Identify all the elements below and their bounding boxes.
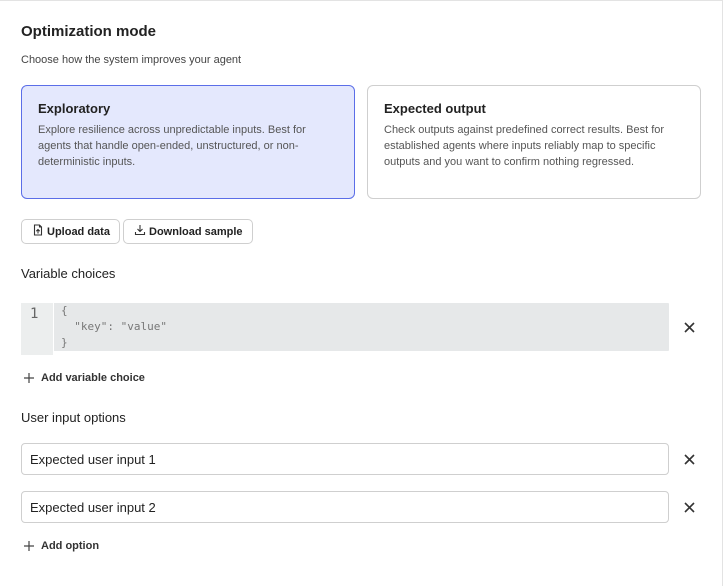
close-icon xyxy=(683,501,695,513)
line-number: 1 xyxy=(30,306,39,322)
plus-icon xyxy=(24,373,34,383)
mode-card-title: Exploratory xyxy=(38,101,111,116)
variable-code-editor[interactable]: 1 { "key": "value" } xyxy=(21,303,669,355)
remove-variable-button[interactable] xyxy=(681,319,697,335)
close-icon xyxy=(683,321,695,333)
mode-card-title: Expected output xyxy=(384,101,486,116)
page-title: Optimization mode xyxy=(21,23,156,40)
add-option-button[interactable]: Add option xyxy=(23,540,99,552)
mode-card-description: Explore resilience across unpredictable … xyxy=(38,124,306,168)
upload-data-label: Upload data xyxy=(47,225,110,238)
mode-card-expected-output[interactable]: Expected output Check outputs against pr… xyxy=(367,85,701,199)
user-input-field-1[interactable] xyxy=(21,443,669,475)
add-variable-choice-label: Add variable choice xyxy=(41,372,145,384)
code-gutter: 1 xyxy=(21,303,54,355)
upload-data-button[interactable]: Upload data xyxy=(21,219,120,244)
add-option-label: Add option xyxy=(41,540,100,552)
plus-icon xyxy=(24,541,34,551)
remove-user-input-1-button[interactable] xyxy=(681,451,697,467)
code-line: } xyxy=(61,336,68,349)
user-input-options-heading: User input options xyxy=(21,410,126,425)
add-variable-choice-button[interactable]: Add variable choice xyxy=(23,372,145,384)
download-sample-button[interactable]: Download sample xyxy=(123,219,253,244)
mode-card-description: Check outputs against predefined correct… xyxy=(384,124,665,168)
close-icon xyxy=(683,453,695,465)
download-icon xyxy=(134,224,146,239)
code-line: { xyxy=(61,304,68,317)
optimization-panel: Optimization mode Choose how the system … xyxy=(0,0,723,586)
mode-card-exploratory[interactable]: Exploratory Explore resilience across un… xyxy=(21,85,355,199)
page-subtitle: Choose how the system improves your agen… xyxy=(21,54,242,66)
user-input-field-2[interactable] xyxy=(21,491,669,523)
code-line: "key": "value" xyxy=(61,320,167,333)
variable-choices-heading: Variable choices xyxy=(21,266,116,281)
remove-user-input-2-button[interactable] xyxy=(681,499,697,515)
upload-file-icon xyxy=(32,224,44,239)
download-sample-label: Download sample xyxy=(149,225,243,238)
